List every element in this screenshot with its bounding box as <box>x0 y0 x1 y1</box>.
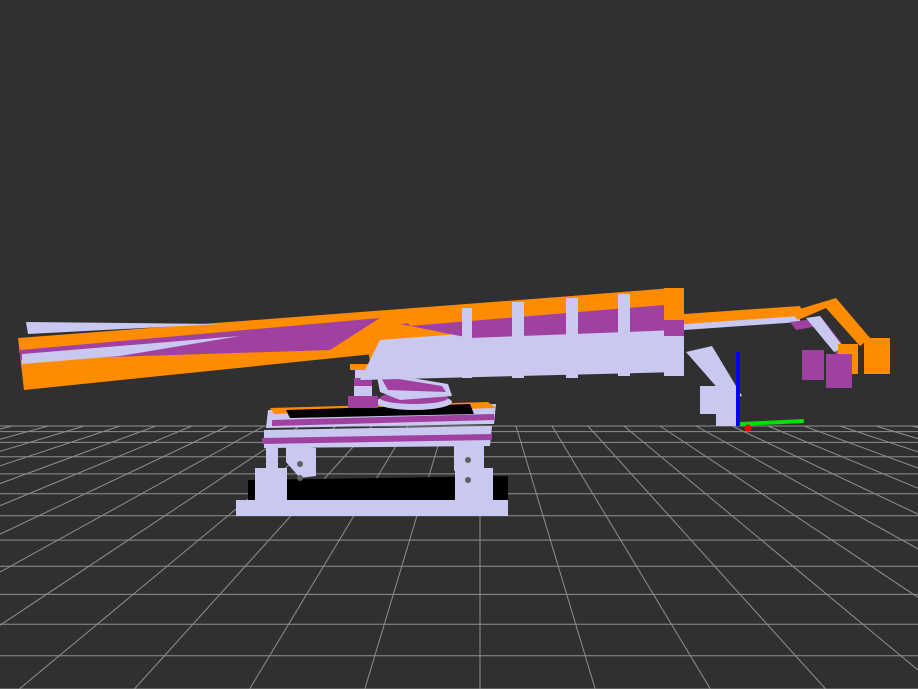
barrel-ring-4 <box>618 294 630 376</box>
joint-1 <box>297 461 303 467</box>
barrel-end-cap-top <box>664 288 684 320</box>
barrel-ring-2 <box>512 302 524 378</box>
shaft-stack-1 <box>354 386 372 396</box>
finger-pad-3 <box>802 350 824 380</box>
joint-4 <box>297 475 303 481</box>
x-axis-dot <box>744 424 752 432</box>
barrel-ring-3 <box>566 298 578 378</box>
left-support-block <box>255 468 287 500</box>
barrel-ring-1 <box>462 308 472 378</box>
scene-canvas[interactable] <box>0 0 918 689</box>
base-plate-front <box>236 500 508 516</box>
finger-pad-1 <box>864 338 890 374</box>
joint-2 <box>465 457 471 463</box>
3d-viewport[interactable] <box>0 0 918 689</box>
shaft-base <box>348 396 378 408</box>
joint-3 <box>465 477 471 483</box>
finger-pad-4 <box>826 354 852 388</box>
barrel-end-cap-mid <box>664 320 684 336</box>
